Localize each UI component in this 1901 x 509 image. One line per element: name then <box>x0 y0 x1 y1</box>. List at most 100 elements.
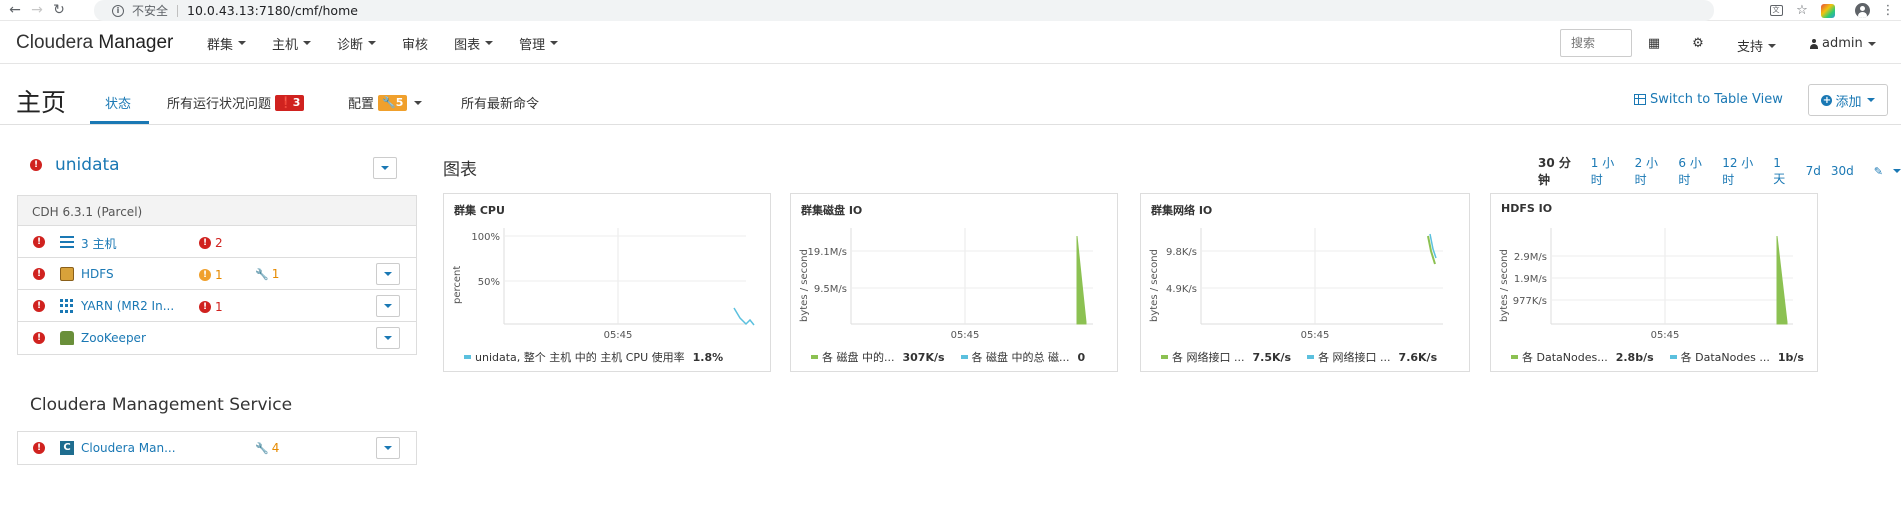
hdfs-health[interactable]: ! 1 <box>199 268 223 282</box>
menu-charts[interactable]: 图表 <box>454 34 494 53</box>
menu-diagnostics[interactable]: 诊断 <box>337 34 377 53</box>
bookmark-star-icon[interactable]: ☆ <box>1789 0 1815 21</box>
tab-configuration[interactable]: 配置 🔧5 <box>348 93 423 112</box>
zookeeper-icon <box>60 331 74 345</box>
menu-hosts-label: 主机 <box>272 37 299 53</box>
tab-health-issues-label: 所有运行状况问题 <box>167 97 272 112</box>
address-bar[interactable]: i 不安全 10.0.43.13:7180/cmf/home <box>94 0 1714 21</box>
legend-value: 1.8% <box>692 350 724 364</box>
chart-card[interactable]: 19.1M/s 9.5M/s 05:45 bytes / second 群集磁盘 IO 各… <box>790 193 1118 372</box>
legend-swatch <box>960 355 968 359</box>
chart-card[interactable]: 100% 50% 05:45 percent 群集 CPU unidata, 整个 主机 … <box>443 193 771 372</box>
cloudera-management-config-issues[interactable]: 🔧 4 <box>255 441 279 455</box>
legend-swatch <box>1161 355 1168 359</box>
user-name: admin <box>1822 36 1863 51</box>
time-range-1h[interactable]: 1 小时 <box>1591 154 1625 188</box>
hosts-link[interactable]: 3 主机 <box>81 235 116 252</box>
legend-label: 各 DataNodes ... <box>1680 351 1770 364</box>
chevron-down-icon <box>384 446 392 450</box>
zookeeper-link[interactable]: ZooKeeper <box>81 331 146 345</box>
user-menu[interactable]: admin <box>1810 36 1876 51</box>
insecure-label: 不安全 <box>132 4 169 18</box>
yarn-actions-dropdown[interactable] <box>376 295 400 317</box>
chart-plot: 9.8K/s 4.9K/s 05:45 bytes / second <box>1149 228 1443 341</box>
chart-card[interactable]: 2.9M/s 1.9M/s 977K/s 05:45 bytes / second HDF… <box>1490 193 1818 372</box>
url-text[interactable]: 10.0.43.13:7180/cmf/home <box>187 3 358 18</box>
cluster-services-table: CDH 6.3.1 (Parcel) ! 3 主机 ! 2 ! HDFS ! 1 🔧… <box>17 195 417 355</box>
tab-configuration-label: 配置 <box>348 97 375 112</box>
time-range-12h[interactable]: 12 小时 <box>1722 154 1763 188</box>
legend-swatch <box>1307 355 1315 359</box>
zookeeper-actions-dropdown[interactable] <box>376 327 400 349</box>
chart-card[interactable]: 9.8K/s 4.9K/s 05:45 bytes / second 群集网络 IO 各 … <box>1140 193 1470 372</box>
back-icon[interactable]: ← <box>4 0 26 21</box>
time-range-30m[interactable]: 30 分钟 <box>1538 154 1581 188</box>
menu-charts-label: 图表 <box>454 37 481 53</box>
more-menu-icon[interactable]: ⋮ <box>1875 0 1901 21</box>
chevron-down-icon <box>238 41 247 45</box>
cloudera-management-link[interactable]: Cloudera Man... <box>81 441 176 455</box>
y-tick-label: 100% <box>471 232 500 243</box>
support-menu[interactable]: 支持 <box>1737 36 1777 55</box>
y-axis-label: bytes / second <box>799 249 810 322</box>
hdfs-link[interactable]: HDFS <box>81 267 114 281</box>
cloudera-management-actions-dropdown[interactable] <box>376 437 400 459</box>
tab-health-issues[interactable]: 所有运行状况问题 ❗3 <box>167 93 305 112</box>
menu-audits-label: 审核 <box>402 37 429 53</box>
cluster-actions-dropdown[interactable] <box>373 157 397 179</box>
reload-icon[interactable]: ↻ <box>48 0 70 21</box>
yarn-health[interactable]: ! 1 <box>199 300 223 314</box>
chart-title: 群集磁盘 IO <box>801 204 863 217</box>
browser-toolbar: ← → ↻ i 不安全 10.0.43.13:7180/cmf/home 文 ☆… <box>0 0 1901 21</box>
parcel-icon[interactable]: ▦ <box>1646 36 1662 51</box>
hdfs-actions-dropdown[interactable] <box>376 263 400 285</box>
extension-icon[interactable] <box>1815 0 1841 21</box>
menu-administration-label: 管理 <box>519 37 546 53</box>
add-button[interactable]: + 添加 <box>1808 84 1888 116</box>
alert-icon: ! <box>33 332 45 344</box>
running-commands-icon[interactable]: ⚙ <box>1690 36 1706 51</box>
legend-swatch <box>1669 355 1677 359</box>
time-range-1d[interactable]: 1 天 <box>1773 156 1795 187</box>
service-row-hdfs: ! HDFS ! 1 🔧 1 <box>18 258 416 290</box>
tab-recent-commands[interactable]: 所有最新命令 <box>461 93 539 112</box>
hosts-health-count: 2 <box>215 236 223 250</box>
tab-status[interactable]: 状态 <box>105 93 131 112</box>
switch-table-view-link[interactable]: Switch to Table View <box>1634 92 1783 107</box>
time-range-30d[interactable]: 30d <box>1831 164 1854 178</box>
translate-icon[interactable]: 文 <box>1763 0 1789 21</box>
y-tick-label: 4.9K/s <box>1166 284 1197 295</box>
alert-icon: ! <box>33 300 45 312</box>
menu-administration[interactable]: 管理 <box>519 34 559 53</box>
alert-icon: ! <box>30 159 42 171</box>
cluster-name-link[interactable]: unidata <box>55 155 120 175</box>
chart-plot: 2.9M/s 1.9M/s 977K/s 05:45 bytes / second <box>1499 228 1793 341</box>
time-range-6h[interactable]: 6 小时 <box>1678 154 1712 188</box>
support-label: 支持 <box>1737 40 1764 55</box>
chart-title: 群集 CPU <box>454 204 505 217</box>
edit-charts-menu[interactable]: ✎ <box>1864 165 1901 178</box>
service-row-cloudera-management: ! C Cloudera Man... 🔧 4 <box>18 432 416 464</box>
legend-label: 各 网络接口 ... <box>1318 351 1391 364</box>
forward-icon[interactable]: → <box>26 0 48 21</box>
time-range-7d[interactable]: 7d <box>1806 164 1821 178</box>
profile-icon[interactable] <box>1849 0 1875 21</box>
time-range-2h[interactable]: 2 小时 <box>1635 154 1669 188</box>
yarn-link[interactable]: YARN (MR2 In... <box>81 299 174 313</box>
search-input[interactable] <box>1560 29 1632 57</box>
time-range-selector: 30 分钟 1 小时 2 小时 6 小时 12 小时 1 天 7d 30d ✎ <box>1538 154 1901 188</box>
menu-clusters[interactable]: 群集 <box>207 34 247 53</box>
chevron-down-icon <box>303 41 312 45</box>
menu-hosts[interactable]: 主机 <box>272 34 312 53</box>
yarn-health-count: 1 <box>215 300 223 314</box>
menu-audits[interactable]: 审核 <box>402 34 428 53</box>
legend-value: 2.8b/s <box>1615 350 1654 364</box>
y-tick-label: 2.9M/s <box>1514 252 1547 263</box>
health-issues-badge: ❗3 <box>275 94 305 111</box>
hosts-health[interactable]: ! 2 <box>199 236 223 250</box>
cdh-version: CDH 6.3.1 (Parcel) <box>18 196 416 226</box>
hdfs-config-issues[interactable]: 🔧 1 <box>255 267 279 281</box>
brand-logo[interactable]: Cloudera Manager <box>16 32 173 54</box>
info-icon[interactable]: i <box>112 4 124 17</box>
legend-label: 各 磁盘 中的... <box>822 351 895 364</box>
